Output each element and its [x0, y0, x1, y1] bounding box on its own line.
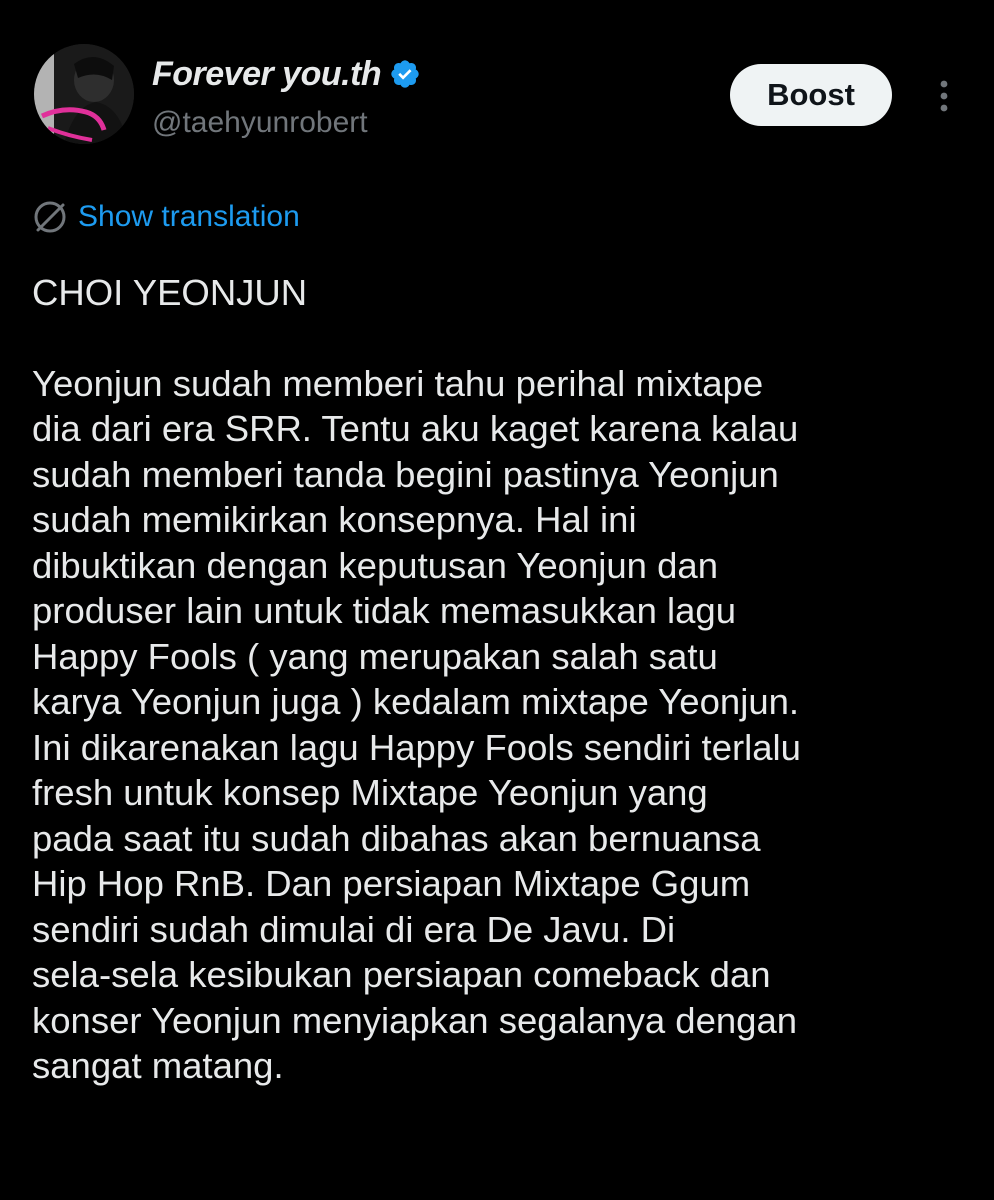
text-line: sudah memberi tanda begini pastinya Yeon… — [32, 453, 779, 495]
globe-icon — [32, 199, 68, 235]
text-line: Ini dikarenakan lagu Happy Fools sendiri… — [32, 726, 801, 768]
text-line: dia dari era SRR. Tentu aku kaget karena… — [32, 408, 799, 449]
display-name[interactable]: Forever you.th — [152, 55, 382, 94]
show-translation-row[interactable]: Show translation — [32, 196, 300, 238]
display-name-row[interactable]: Forever you.th — [152, 52, 421, 96]
avatar[interactable] — [34, 44, 134, 144]
text-line: Hip Hop RnB. Dan persiapan Mixtape Ggum — [32, 863, 751, 904]
tweet-header: Forever you.th @taehyunrobert Boost — [0, 0, 994, 180]
tweet-title: CHOI YEONJUN — [32, 272, 308, 313]
text-line: sendiri sudah dimulai di era De Javu. Di — [32, 908, 676, 950]
boost-button[interactable]: Boost — [730, 64, 892, 126]
show-translation-link[interactable]: Show translation — [78, 200, 300, 234]
text-line: sela-sela kesibukan persiapan comeback d… — [32, 954, 771, 995]
author-handle[interactable]: @taehyunrobert — [152, 106, 368, 140]
text-line: sudah memikirkan konsepnya. Hal ini — [32, 499, 637, 540]
verified-badge-icon — [389, 58, 421, 90]
more-vertical-icon[interactable] — [926, 76, 962, 116]
text-line: Yeonjun sudah memberi tahu perihal mixta… — [32, 362, 764, 404]
text-line: pada saat itu sudah dibahas akan bernuan… — [32, 817, 761, 859]
tweet-text: CHOI YEONJUN Yeonjun sudah memberi tahu … — [32, 264, 972, 1089]
text-line: fresh untuk konsep Mixtape Yeonjun yang — [32, 772, 708, 813]
text-line: Happy Fools ( yang merupakan salah satu — [32, 635, 718, 677]
text-line: dibuktikan dengan keputusan Yeonjun dan — [32, 544, 718, 586]
text-line: sangat matang. — [32, 1045, 284, 1086]
text-line: produser lain untuk tidak memasukkan lag… — [32, 590, 737, 631]
text-line: karya Yeonjun juga ) kedalam mixtape Yeo… — [32, 681, 800, 722]
tweet-paragraph: Yeonjun sudah memberi tahu perihal mixta… — [32, 361, 972, 1089]
text-line: konser Yeonjun menyiapkan segalanya deng… — [32, 999, 798, 1041]
